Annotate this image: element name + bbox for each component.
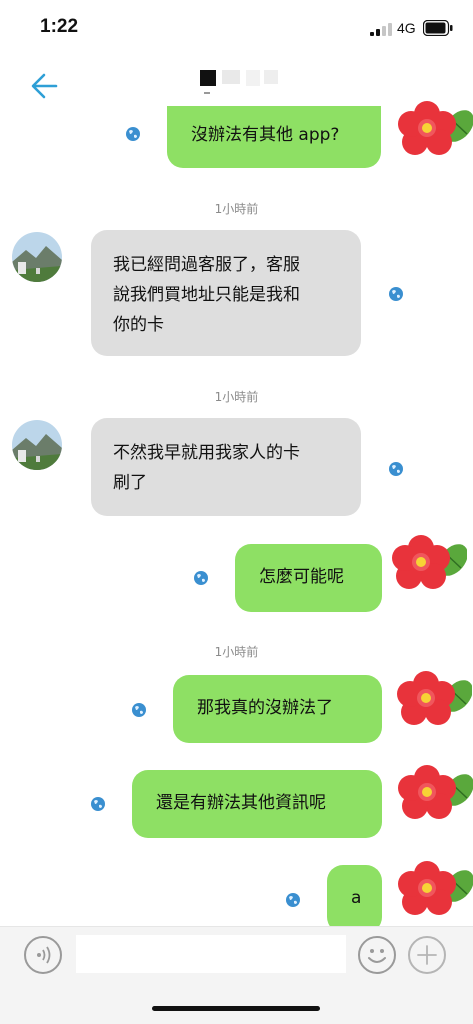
globe-icon bbox=[389, 287, 403, 301]
voice-wave-icon bbox=[37, 946, 51, 964]
message-input[interactable] bbox=[76, 935, 346, 973]
timestamp: 1小時前 bbox=[214, 390, 259, 404]
incoming-bubble[interactable]: 我已經問過客服了，客服 說我們買地址只能是我和 你的卡 bbox=[91, 230, 361, 356]
message-row-outgoing: 沒辦法有其他 app? bbox=[0, 100, 473, 172]
emoji-button[interactable] bbox=[358, 936, 396, 974]
message-text: a bbox=[351, 888, 362, 908]
signal-icon bbox=[370, 22, 394, 36]
globe-icon bbox=[286, 893, 300, 907]
network-type: 4G bbox=[397, 20, 416, 36]
add-attachment-button[interactable] bbox=[408, 936, 446, 974]
globe-icon bbox=[132, 703, 146, 717]
avatar[interactable] bbox=[12, 420, 62, 470]
timestamp: 1小時前 bbox=[214, 202, 259, 216]
message-row-outgoing: a bbox=[0, 856, 473, 926]
outgoing-bubble[interactable]: a bbox=[327, 865, 382, 926]
status-time: 1:22 bbox=[40, 16, 79, 37]
red-flower-sticker bbox=[398, 101, 473, 155]
globe-icon bbox=[126, 127, 140, 141]
status-bar: 1:22 4G bbox=[0, 0, 473, 58]
message-row-incoming: 我已經問過客服了，客服 說我們買地址只能是我和 你的卡 bbox=[0, 230, 473, 358]
plus-icon bbox=[417, 945, 437, 965]
home-indicator bbox=[152, 1006, 320, 1011]
message-row-incoming: 不然我早就用我家人的卡 刷了 bbox=[0, 418, 473, 518]
red-flower-sticker bbox=[398, 765, 473, 819]
incoming-bubble[interactable]: 不然我早就用我家人的卡 刷了 bbox=[91, 418, 361, 516]
voice-button[interactable] bbox=[24, 936, 62, 974]
red-flower-sticker bbox=[392, 535, 467, 589]
globe-icon bbox=[91, 797, 105, 811]
outgoing-bubble[interactable]: 還是有辦法其他資訊呢 bbox=[132, 770, 382, 838]
message-text: 怎麼可能呢 bbox=[259, 567, 344, 587]
contact-name-redacted bbox=[200, 68, 290, 94]
battery-icon bbox=[423, 20, 453, 36]
globe-icon bbox=[389, 462, 403, 476]
timestamp: 1小時前 bbox=[214, 645, 259, 659]
message-text: 還是有辦法其他資訊呢 bbox=[156, 793, 326, 813]
message-row-outgoing: 那我真的沒辦法了 bbox=[0, 668, 473, 748]
message-text: 沒辦法有其他 app? bbox=[191, 125, 340, 145]
outgoing-bubble[interactable]: 怎麼可能呢 bbox=[235, 544, 382, 612]
red-flower-sticker bbox=[398, 861, 473, 915]
outgoing-bubble[interactable]: 那我真的沒辦法了 bbox=[173, 675, 382, 743]
red-flower-sticker bbox=[397, 671, 472, 725]
avatar[interactable] bbox=[12, 232, 62, 282]
globe-icon bbox=[194, 571, 208, 585]
message-row-outgoing: 還是有辦法其他資訊呢 bbox=[0, 762, 473, 842]
message-text: 不然我早就用我家人的卡 刷了 bbox=[113, 443, 300, 493]
message-text: 那我真的沒辦法了 bbox=[197, 698, 333, 718]
smiley-icon bbox=[368, 949, 386, 963]
outgoing-bubble[interactable]: 沒辦法有其他 app? bbox=[167, 106, 381, 168]
message-row-outgoing: 怎麼可能呢 bbox=[0, 534, 473, 614]
message-text: 我已經問過客服了，客服 說我們買地址只能是我和 你的卡 bbox=[113, 255, 300, 335]
